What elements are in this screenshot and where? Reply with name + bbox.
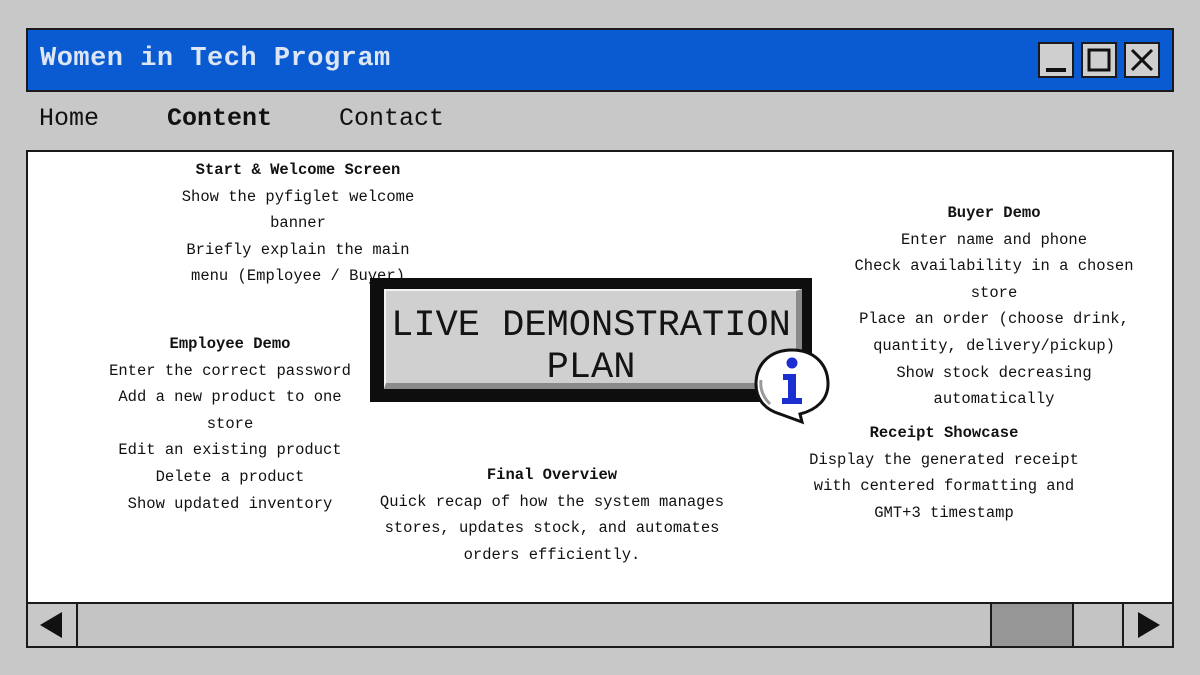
window-title: Women in Tech Program <box>40 44 391 74</box>
section-line: Show stock decreasing <box>896 363 1092 382</box>
section-line: Enter name and phone <box>900 230 1088 249</box>
section-heading: Employee Demo <box>169 335 291 353</box>
section-line: banner <box>270 214 326 233</box>
section-line: automatically <box>933 390 1055 409</box>
section-line: Show the pyfiglet welcome <box>181 187 415 206</box>
scrollbar-thumb[interactable] <box>990 604 1074 646</box>
section-line: Edit an existing product <box>118 441 342 460</box>
maximize-icon <box>1087 48 1111 72</box>
scroll-right-button[interactable] <box>1122 604 1172 646</box>
section-line: Add a new product to one <box>118 388 342 407</box>
banner-title: LIVE DEMONSTRATION PLAN <box>386 305 796 389</box>
arrow-left-icon <box>40 612 62 638</box>
section-heading: Final Overview <box>486 466 618 484</box>
banner-panel: LIVE DEMONSTRATION PLAN <box>384 289 802 389</box>
banner-line-2: PLAN <box>546 347 636 389</box>
arrow-right-icon <box>1138 612 1160 638</box>
section-heading: Receipt Showcase <box>869 424 1019 442</box>
nav-bar: Home Content Contact <box>0 104 1200 136</box>
live-demo-banner: LIVE DEMONSTRATION PLAN <box>370 278 812 402</box>
section-line: Place an order (choose drink, <box>859 310 1129 329</box>
section-heading: Buyer Demo <box>947 204 1041 222</box>
nav-item-contact[interactable]: Contact <box>339 104 444 133</box>
info-icon <box>754 348 830 425</box>
section-line: Enter the correct password <box>109 361 351 380</box>
section-employee-demo: Employee Demo Enter the correct password… <box>98 331 362 517</box>
minimize-button[interactable] <box>1038 42 1074 78</box>
nav-item-home[interactable]: Home <box>39 104 99 133</box>
section-line: store <box>970 283 1018 302</box>
scroll-left-button[interactable] <box>28 604 78 646</box>
minimize-icon <box>1046 68 1066 72</box>
section-line: with centered formatting and <box>813 477 1075 496</box>
section-final-overview: Final Overview Quick recap of how the sy… <box>368 462 736 568</box>
section-line: Quick recap of how the system manages <box>379 492 725 511</box>
close-button[interactable] <box>1124 42 1160 78</box>
window-titlebar: Women in Tech Program <box>26 28 1174 92</box>
horizontal-scrollbar[interactable] <box>26 602 1174 648</box>
section-heading: Start & Welcome Screen <box>195 161 401 179</box>
section-line: Show updated inventory <box>127 494 333 513</box>
close-icon <box>1130 48 1154 72</box>
section-buyer-demo: Buyer Demo Enter name and phone Check av… <box>840 200 1148 413</box>
section-line: Check availability in a chosen <box>854 257 1134 276</box>
section-receipt-showcase: Receipt Showcase Display the generated r… <box>796 420 1092 526</box>
banner-line-1: LIVE DEMONSTRATION <box>391 305 791 347</box>
section-line: store <box>206 414 254 433</box>
maximize-button[interactable] <box>1081 42 1117 78</box>
section-line: GMT+3 timestamp <box>874 503 1014 522</box>
section-line: stores, updates stock, and automates <box>384 519 720 538</box>
section-line: Briefly explain the main <box>186 240 410 259</box>
section-line: orders efficiently. <box>463 545 641 564</box>
nav-item-content[interactable]: Content <box>167 104 272 133</box>
section-line: Display the generated receipt <box>809 450 1079 469</box>
section-line: Delete a product <box>155 467 305 486</box>
section-line: quantity, delivery/pickup) <box>873 336 1115 355</box>
content-panel: Start & Welcome Screen Show the pyfiglet… <box>26 150 1174 604</box>
section-start-welcome: Start & Welcome Screen Show the pyfiglet… <box>174 157 422 290</box>
